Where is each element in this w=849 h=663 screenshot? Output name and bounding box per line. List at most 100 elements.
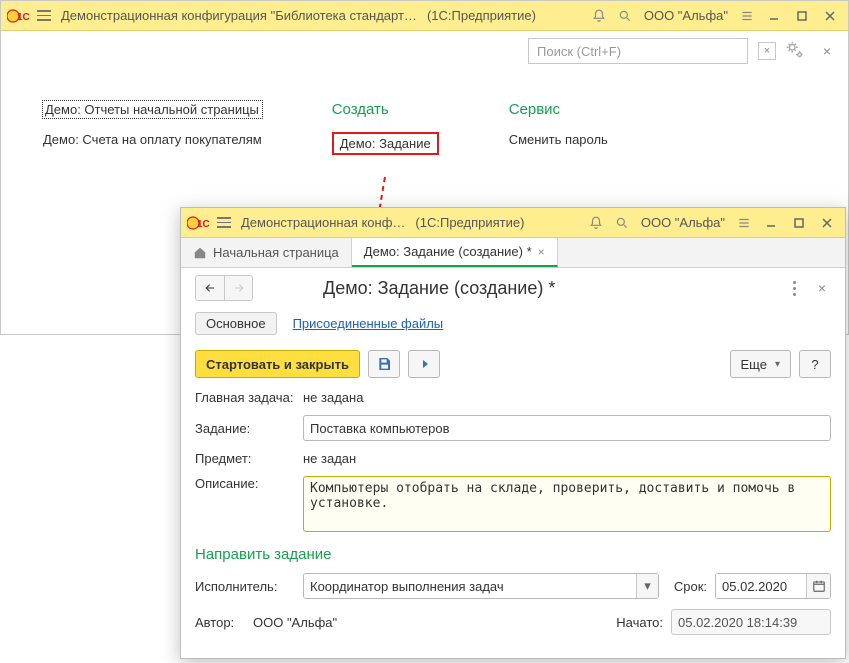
change-password-link[interactable]: Сменить пароль bbox=[509, 132, 608, 147]
calendar-icon[interactable] bbox=[806, 574, 830, 598]
main-titlebar: 1С Демонстрационная конфигурация "Библио… bbox=[1, 1, 848, 31]
logo-1c-icon: 1С bbox=[187, 214, 211, 232]
reports-link[interactable]: Демо: Отчеты начальной страницы bbox=[43, 101, 262, 118]
tab-close-icon[interactable]: × bbox=[538, 245, 545, 259]
maximize-icon[interactable] bbox=[790, 6, 814, 26]
task-titlebar: 1С Демонстрационная конф… (1С:Предприяти… bbox=[181, 208, 845, 238]
help-label: ? bbox=[811, 357, 818, 372]
label-main-task: Главная задача: bbox=[195, 390, 295, 405]
start-and-close-button[interactable]: Стартовать и закрыть bbox=[195, 350, 360, 378]
label-task: Задание: bbox=[195, 421, 295, 436]
task-title-left: Демонстрационная конф… bbox=[241, 215, 405, 230]
section-main[interactable]: Основное bbox=[195, 312, 277, 335]
row-main-task: Главная задача: не задана bbox=[195, 390, 831, 405]
layout-icon[interactable] bbox=[736, 5, 758, 27]
row-description: Описание: bbox=[195, 476, 831, 532]
bell-icon[interactable] bbox=[585, 212, 607, 234]
search-icon[interactable] bbox=[611, 212, 633, 234]
description-textarea[interactable] bbox=[303, 476, 831, 532]
form-title: Демо: Задание (создание) * bbox=[263, 278, 775, 299]
section-files[interactable]: Присоединенные файлы bbox=[293, 316, 444, 331]
search-input[interactable] bbox=[535, 43, 741, 60]
org-name[interactable]: ООО "Альфа" bbox=[640, 8, 732, 23]
search-clear-icon[interactable]: × bbox=[758, 42, 776, 60]
task-menu-icon[interactable] bbox=[215, 214, 233, 232]
value-main-task: не задана bbox=[303, 390, 363, 405]
row-task: Задание: bbox=[195, 415, 831, 441]
row-executor-deadline: Исполнитель: ▾ Срок: bbox=[195, 573, 831, 599]
tab-home-label: Начальная страница bbox=[213, 245, 339, 260]
more-label: Еще bbox=[741, 357, 767, 372]
svg-text:1С: 1С bbox=[197, 219, 210, 230]
task-window: 1С Демонстрационная конф… (1С:Предприяти… bbox=[180, 207, 846, 659]
bell-icon[interactable] bbox=[588, 5, 610, 27]
task-input[interactable] bbox=[303, 415, 831, 441]
svg-text:1С: 1С bbox=[17, 12, 30, 23]
task-org-name[interactable]: ООО "Альфа" bbox=[637, 215, 729, 230]
action-row: Стартовать и закрыть Еще ▾ ? bbox=[181, 338, 845, 386]
started-value: 05.02.2020 18:14:39 bbox=[671, 609, 831, 635]
start-and-close-label: Стартовать и закрыть bbox=[206, 357, 349, 372]
more-button[interactable]: Еще ▾ bbox=[730, 350, 791, 378]
value-author: ООО "Альфа" bbox=[253, 615, 337, 630]
service-heading: Сервис bbox=[509, 101, 608, 118]
start-page: Демо: Отчеты начальной страницы Демо: Сч… bbox=[1, 71, 848, 155]
main-menu-icon[interactable] bbox=[35, 7, 53, 25]
form-body: Главная задача: не задана Задание: Предм… bbox=[181, 386, 845, 645]
arrow-left-icon bbox=[203, 282, 217, 294]
help-button[interactable]: ? bbox=[799, 350, 831, 378]
close-icon[interactable] bbox=[815, 213, 839, 233]
floppy-icon bbox=[376, 356, 392, 372]
forward-action-button[interactable] bbox=[408, 350, 440, 378]
executor-input[interactable] bbox=[304, 574, 636, 598]
section-tabs: Основное Присоединенные файлы bbox=[181, 308, 845, 338]
nav-history bbox=[195, 275, 253, 301]
value-subject: не задан bbox=[303, 451, 356, 466]
global-search[interactable] bbox=[528, 38, 748, 64]
label-subject: Предмет: bbox=[195, 451, 295, 466]
start-page-col-create: Создать Демо: Задание bbox=[332, 101, 439, 155]
nav-forward-button[interactable] bbox=[224, 276, 252, 300]
row-author-started: Автор: ООО "Альфа" Начато: 05.02.2020 18… bbox=[195, 609, 831, 635]
tab-home[interactable]: Начальная страница bbox=[181, 238, 352, 267]
label-author: Автор: bbox=[195, 615, 245, 630]
form-close-icon[interactable]: × bbox=[813, 279, 831, 297]
chevron-down-icon: ▾ bbox=[775, 359, 780, 370]
demo-task-link[interactable]: Демо: Задание bbox=[332, 132, 439, 155]
label-description: Описание: bbox=[195, 476, 295, 491]
task-title-right: (1С:Предприятие) bbox=[415, 215, 524, 230]
label-deadline: Срок: bbox=[667, 579, 707, 594]
invoices-link[interactable]: Демо: Счета на оплату покупателям bbox=[43, 132, 262, 147]
deadline-date[interactable] bbox=[715, 573, 831, 599]
arrow-right-icon bbox=[232, 282, 246, 294]
logo-1c-icon: 1С bbox=[7, 7, 31, 25]
assign-heading: Направить задание bbox=[195, 546, 831, 563]
maximize-icon[interactable] bbox=[787, 213, 811, 233]
executor-combo[interactable]: ▾ bbox=[303, 573, 659, 599]
tab-task[interactable]: Демо: Задание (создание) * × bbox=[352, 238, 558, 267]
search-icon[interactable] bbox=[614, 5, 636, 27]
start-page-col-left: Демо: Отчеты начальной страницы Демо: Сч… bbox=[43, 101, 262, 155]
main-title-suffix: (1С:Предприятие) bbox=[427, 8, 536, 23]
form-menu-icon[interactable] bbox=[785, 279, 803, 297]
tab-task-label: Демо: Задание (создание) * bbox=[364, 244, 532, 259]
minimize-icon[interactable] bbox=[762, 6, 786, 26]
settings-gear-icon[interactable] bbox=[784, 39, 810, 63]
create-heading: Создать bbox=[332, 101, 439, 118]
main-title: Демонстрационная конфигурация "Библиотек… bbox=[61, 8, 417, 23]
minimize-icon[interactable] bbox=[759, 213, 783, 233]
chevron-down-icon[interactable]: ▾ bbox=[636, 574, 658, 598]
save-button[interactable] bbox=[368, 350, 400, 378]
label-started: Начато: bbox=[616, 615, 663, 630]
play-icon bbox=[418, 357, 430, 371]
main-toolbar: × × bbox=[1, 31, 848, 71]
start-page-col-service: Сервис Сменить пароль bbox=[509, 101, 608, 155]
nav-back-button[interactable] bbox=[196, 276, 224, 300]
tabbar: Начальная страница Демо: Задание (создан… bbox=[181, 238, 845, 268]
panel-close-icon[interactable]: × bbox=[818, 42, 836, 60]
deadline-input[interactable] bbox=[716, 574, 806, 598]
nav-row: Демо: Задание (создание) * × bbox=[181, 268, 845, 308]
close-icon[interactable] bbox=[818, 6, 842, 26]
layout-icon[interactable] bbox=[733, 212, 755, 234]
label-executor: Исполнитель: bbox=[195, 579, 295, 594]
